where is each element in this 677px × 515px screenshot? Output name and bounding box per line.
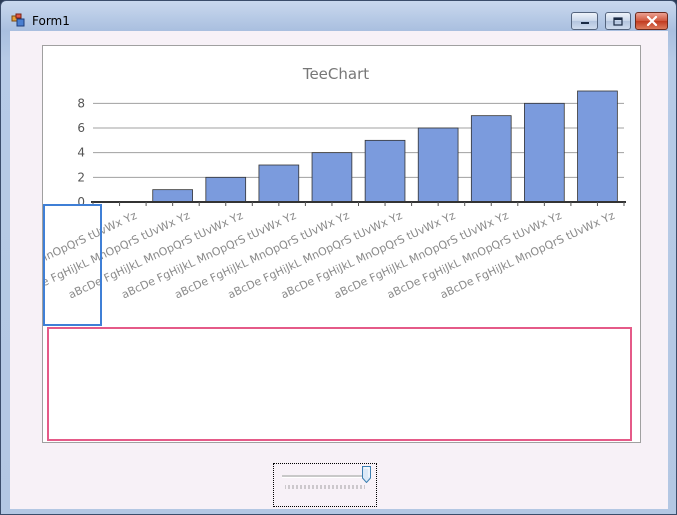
x-axis <box>91 201 626 206</box>
trackbar[interactable] <box>273 463 377 507</box>
y-tick-label: 8 <box>77 96 85 110</box>
bar <box>205 176 247 203</box>
trackbar-thumb[interactable] <box>362 466 371 483</box>
selection-rectangle-blue <box>43 204 102 326</box>
form-client-area: TeeChart 02468 aBcDe FgHiJkL MnOpQrS tUv… <box>0 31 668 509</box>
form-window: Form1 TeeChart 02468 MnOpQrS tUvWx Yz aB… <box>0 0 677 515</box>
trackbar-ticks <box>285 485 365 489</box>
minimize-icon <box>580 22 589 24</box>
minimize-button[interactable] <box>571 12 598 30</box>
bar <box>577 90 618 203</box>
y-tick-label: 2 <box>77 170 85 184</box>
maximize-icon <box>613 16 623 26</box>
close-button[interactable] <box>635 12 668 30</box>
y-axis-ticks: 02468 <box>77 96 85 209</box>
bar <box>470 115 512 203</box>
maximize-button[interactable] <box>605 12 631 30</box>
close-icon <box>646 16 657 26</box>
title-bar[interactable]: Form1 <box>1 1 676 31</box>
selection-rectangle-pink <box>47 327 632 441</box>
bar <box>524 102 565 203</box>
y-tick-label: 4 <box>77 146 85 160</box>
bar-series <box>99 90 618 203</box>
window-title: Form1 <box>32 14 70 28</box>
x-axis-labels: aBcDe FgHiJkL MnOpQrS tUvWx YzaBcDe FgHi… <box>0 209 617 302</box>
chart-title: TeeChart <box>302 65 369 83</box>
bar <box>364 139 406 203</box>
trackbar-track <box>282 475 366 478</box>
bar <box>258 164 300 203</box>
form-app-icon <box>11 13 25 27</box>
bar <box>417 127 459 203</box>
bar <box>311 152 353 203</box>
bar <box>152 189 193 203</box>
y-tick-label: 6 <box>77 121 85 135</box>
